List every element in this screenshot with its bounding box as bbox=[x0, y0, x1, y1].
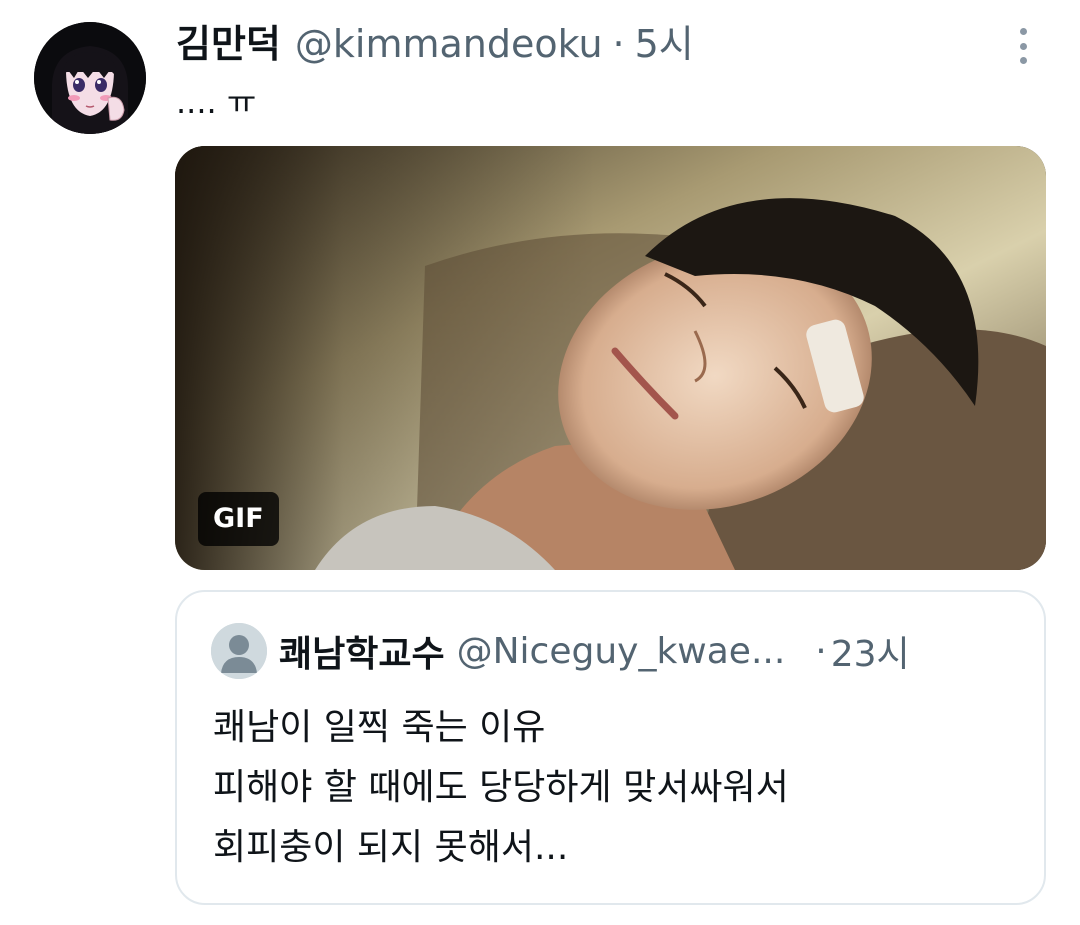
gif-badge: GIF bbox=[198, 492, 279, 546]
author-avatar[interactable] bbox=[34, 22, 146, 134]
tweet-header: 김만덕 @kimmandeoku · 5시 bbox=[176, 18, 694, 70]
more-dot-icon bbox=[1019, 28, 1027, 35]
quoted-tweet-card[interactable]: 쾌남학교수 @Niceguy_kwae... · 23시 쾌남이 일찍 죽는 이… bbox=[175, 590, 1046, 905]
author-display-name[interactable]: 김만덕 bbox=[176, 18, 281, 70]
sleeping-man-gif-image bbox=[175, 146, 1046, 570]
separator-dot: · bbox=[612, 22, 625, 66]
more-dot-icon bbox=[1019, 42, 1027, 50]
quoted-author-display-name[interactable]: 쾌남학교수 bbox=[279, 625, 445, 677]
anime-girl-avatar-icon bbox=[34, 22, 146, 134]
author-handle[interactable]: @kimmandeoku bbox=[295, 18, 603, 70]
tweet-text: .... ㅠ bbox=[176, 83, 257, 121]
quoted-text-line: 피해야 할 때에도 당당하게 맞서싸워서 bbox=[213, 767, 789, 808]
quoted-tweet-header: 쾌남학교수 @Niceguy_kwae... · 23시 bbox=[211, 620, 1010, 682]
more-options-button[interactable] bbox=[1010, 26, 1036, 66]
quoted-text-line: 회피충이 되지 못해서... bbox=[213, 827, 569, 868]
quoted-author-avatar[interactable] bbox=[211, 623, 267, 679]
default-profile-avatar-icon bbox=[211, 623, 267, 679]
quoted-text-line: 쾌남이 일찍 죽는 이유 bbox=[213, 707, 546, 748]
quoted-author-handle[interactable]: @Niceguy_kwae... bbox=[457, 631, 786, 672]
more-dot-icon bbox=[1019, 57, 1027, 64]
quoted-tweet-text: 쾌남이 일찍 죽는 이유 피해야 할 때에도 당당하게 맞서싸워서 회피충이 되… bbox=[213, 698, 1014, 878]
quoted-tweet-timestamp[interactable]: 23시 bbox=[831, 625, 910, 677]
tweet-media-gif[interactable]: GIF bbox=[175, 146, 1046, 570]
separator-dot: · bbox=[815, 630, 827, 672]
tweet-timestamp[interactable]: 5시 bbox=[635, 18, 694, 70]
